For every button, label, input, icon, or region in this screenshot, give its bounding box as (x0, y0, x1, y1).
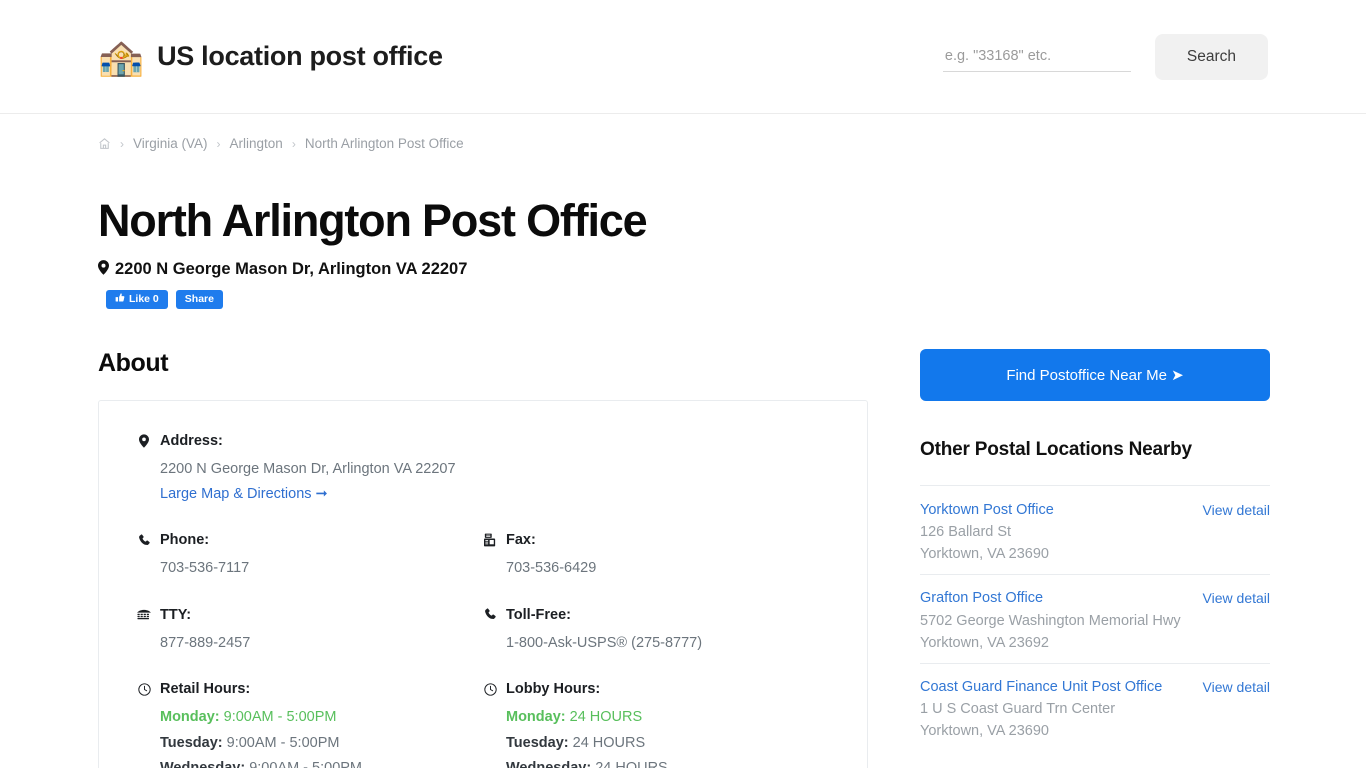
nearby-street: 126 Ballard St (920, 524, 1012, 541)
breadcrumb: › Virginia (VA) › Arlington › North Arli… (0, 114, 1366, 151)
list-item: Yorktown Post Office 126 Ballard St York… (920, 484, 1270, 575)
about-card: Address: 2200 N George Mason Dr, Arlingt… (98, 399, 868, 768)
brand[interactable]: 🏤 US location post office (98, 38, 443, 75)
nearby-info: Grafton Post Office 5702 George Washingt… (920, 589, 1191, 653)
breadcrumb-item-state[interactable]: Virginia (VA) (133, 136, 208, 151)
sidebar: Find Postoffice Near Me ➤ Other Postal L… (920, 348, 1270, 768)
facebook-share-button[interactable]: Share (175, 289, 223, 309)
info-address-label-row: Address: (137, 433, 829, 449)
nearby-citystate: Yorktown, VA 23690 (920, 546, 1049, 563)
info-tollfree-label-row: Toll-Free: (483, 607, 829, 623)
breadcrumb-separator-1: › (120, 136, 124, 151)
hours-row: Monday: 24 HOURS (506, 709, 643, 726)
info-retail-hours-label-row: Retail Hours: (137, 681, 483, 697)
fax-icon (483, 533, 497, 547)
breadcrumb-separator-3: › (291, 136, 296, 151)
clock-icon (483, 682, 497, 696)
info-tollfree-label: Toll-Free: (506, 606, 571, 623)
info-fax-label: Fax: (506, 532, 536, 549)
about-heading: About (98, 348, 169, 377)
info-fax-value: 703-536-6429 (506, 560, 597, 577)
nearby-location-link[interactable]: Yorktown Post Office (920, 501, 1191, 521)
facebook-like-label: Like 0 (129, 292, 159, 305)
page-address: 2200 N George Mason Dr, Arlington VA 222… (98, 259, 1268, 280)
nearby-street: 1 U S Coast Guard Trn Center (920, 701, 1116, 718)
main-content: About Address: 2200 N George Mason Dr, A… (0, 348, 1366, 768)
info-phone-value: 703-536-7117 (160, 560, 250, 577)
nearby-citystate: Yorktown, VA 23690 (920, 723, 1049, 740)
hours-row: Monday: 9:00AM - 5:00PM (160, 709, 337, 726)
hours-row: Tuesday: 24 HOURS (506, 734, 646, 751)
info-tty-label: TTY: (160, 606, 192, 623)
post-office-logo-icon: 🏤 (98, 36, 145, 77)
map-pin-icon (98, 259, 109, 280)
clock-icon (137, 682, 151, 696)
page-head: North Arlington Post Office 2200 N Georg… (0, 151, 1366, 309)
site-header: 🏤 US location post office Search (0, 0, 1366, 114)
search-input[interactable] (942, 41, 1131, 72)
breadcrumb-item-city[interactable]: Arlington (230, 136, 283, 151)
phone-icon (483, 608, 497, 621)
info-phone-label: Phone: (160, 532, 210, 549)
hours-row: Wednesday: 24 HOURS (506, 756, 829, 768)
hours-row: Tuesday: 9:00AM - 5:00PM (160, 734, 340, 751)
phone-icon (137, 534, 151, 547)
about-column: About Address: 2200 N George Mason Dr, A… (98, 349, 868, 768)
nearby-info: Coast Guard Finance Unit Post Office 1 U… (920, 678, 1191, 742)
info-retail-hours-label: Retail Hours: (160, 681, 251, 698)
lobby-hours-list: Monday: 24 HOURS Tuesday: 24 HOURS Wedne… (483, 705, 829, 768)
info-address-value: 2200 N George Mason Dr, Arlington VA 222… (160, 460, 456, 477)
info-lobby-hours: Lobby Hours: Monday: 24 HOURS Tuesday: 2… (483, 681, 829, 768)
map-pin-icon (137, 433, 151, 448)
social-buttons: Like 0 Share (98, 289, 1268, 309)
info-address-label: Address: (160, 432, 223, 449)
hours-row: Wednesday: 9:00AM - 5:00PM (160, 756, 483, 768)
info-address: Address: 2200 N George Mason Dr, Arlingt… (137, 433, 829, 508)
view-detail-link[interactable]: View detail (1203, 501, 1270, 518)
facebook-like-button[interactable]: Like 0 (106, 289, 168, 309)
find-postoffice-near-me-button[interactable]: Find Postoffice Near Me ➤ (920, 348, 1270, 401)
info-grid: Address: 2200 N George Mason Dr, Arlingt… (137, 433, 829, 768)
info-tollfree-value: 1-800-Ask-USPS® (275-8777) (506, 634, 703, 651)
nearby-locations-heading: Other Postal Locations Nearby (920, 438, 1192, 460)
home-icon[interactable] (98, 137, 111, 150)
page-address-text: 2200 N George Mason Dr, Arlington VA 222… (115, 260, 468, 279)
info-tty-label-row: TTY: (137, 607, 483, 623)
nearby-locations-list: Yorktown Post Office 126 Ballard St York… (920, 484, 1270, 752)
view-detail-link[interactable]: View detail (1203, 678, 1270, 695)
page-title: North Arlington Post Office (98, 195, 648, 246)
info-tty-value: 877-889-2457 (160, 634, 251, 651)
site-title: US location post office (157, 41, 443, 71)
nearby-info: Yorktown Post Office 126 Ballard St York… (920, 501, 1191, 565)
info-lobby-hours-label: Lobby Hours: (506, 681, 601, 698)
info-fax: Fax: 703-536-6429 (483, 532, 829, 581)
info-tollfree: Toll-Free: 1-800-Ask-USPS® (275-8777) (483, 607, 829, 656)
nearby-location-link[interactable]: Grafton Post Office (920, 589, 1191, 609)
tty-icon (137, 609, 151, 621)
list-item: Grafton Post Office 5702 George Washingt… (920, 574, 1270, 663)
header-search-area: Search (942, 33, 1268, 80)
info-phone: Phone: 703-536-7117 (137, 532, 483, 581)
nearby-citystate: Yorktown, VA 23692 (920, 634, 1049, 651)
list-item: Coast Guard Finance Unit Post Office 1 U… (920, 662, 1270, 752)
info-fax-label-row: Fax: (483, 532, 829, 548)
nearby-street: 5702 George Washington Memorial Hwy (920, 612, 1181, 629)
breadcrumb-separator-2: › (216, 136, 221, 151)
retail-hours-list: Monday: 9:00AM - 5:00PM Tuesday: 9:00AM … (137, 705, 483, 768)
nearby-location-link[interactable]: Coast Guard Finance Unit Post Office (920, 678, 1191, 698)
large-map-directions-link[interactable]: Large Map & Directions ➞ (137, 482, 829, 507)
breadcrumb-item-current: North Arlington Post Office (304, 136, 464, 151)
thumbs-up-icon (115, 293, 125, 306)
info-lobby-hours-label-row: Lobby Hours: (483, 681, 829, 697)
info-retail-hours: Retail Hours: Monday: 9:00AM - 5:00PM Tu… (137, 681, 483, 768)
view-detail-link[interactable]: View detail (1203, 589, 1270, 606)
info-phone-label-row: Phone: (137, 532, 483, 548)
info-tty: TTY: 877-889-2457 (137, 607, 483, 656)
search-button[interactable]: Search (1154, 33, 1268, 80)
